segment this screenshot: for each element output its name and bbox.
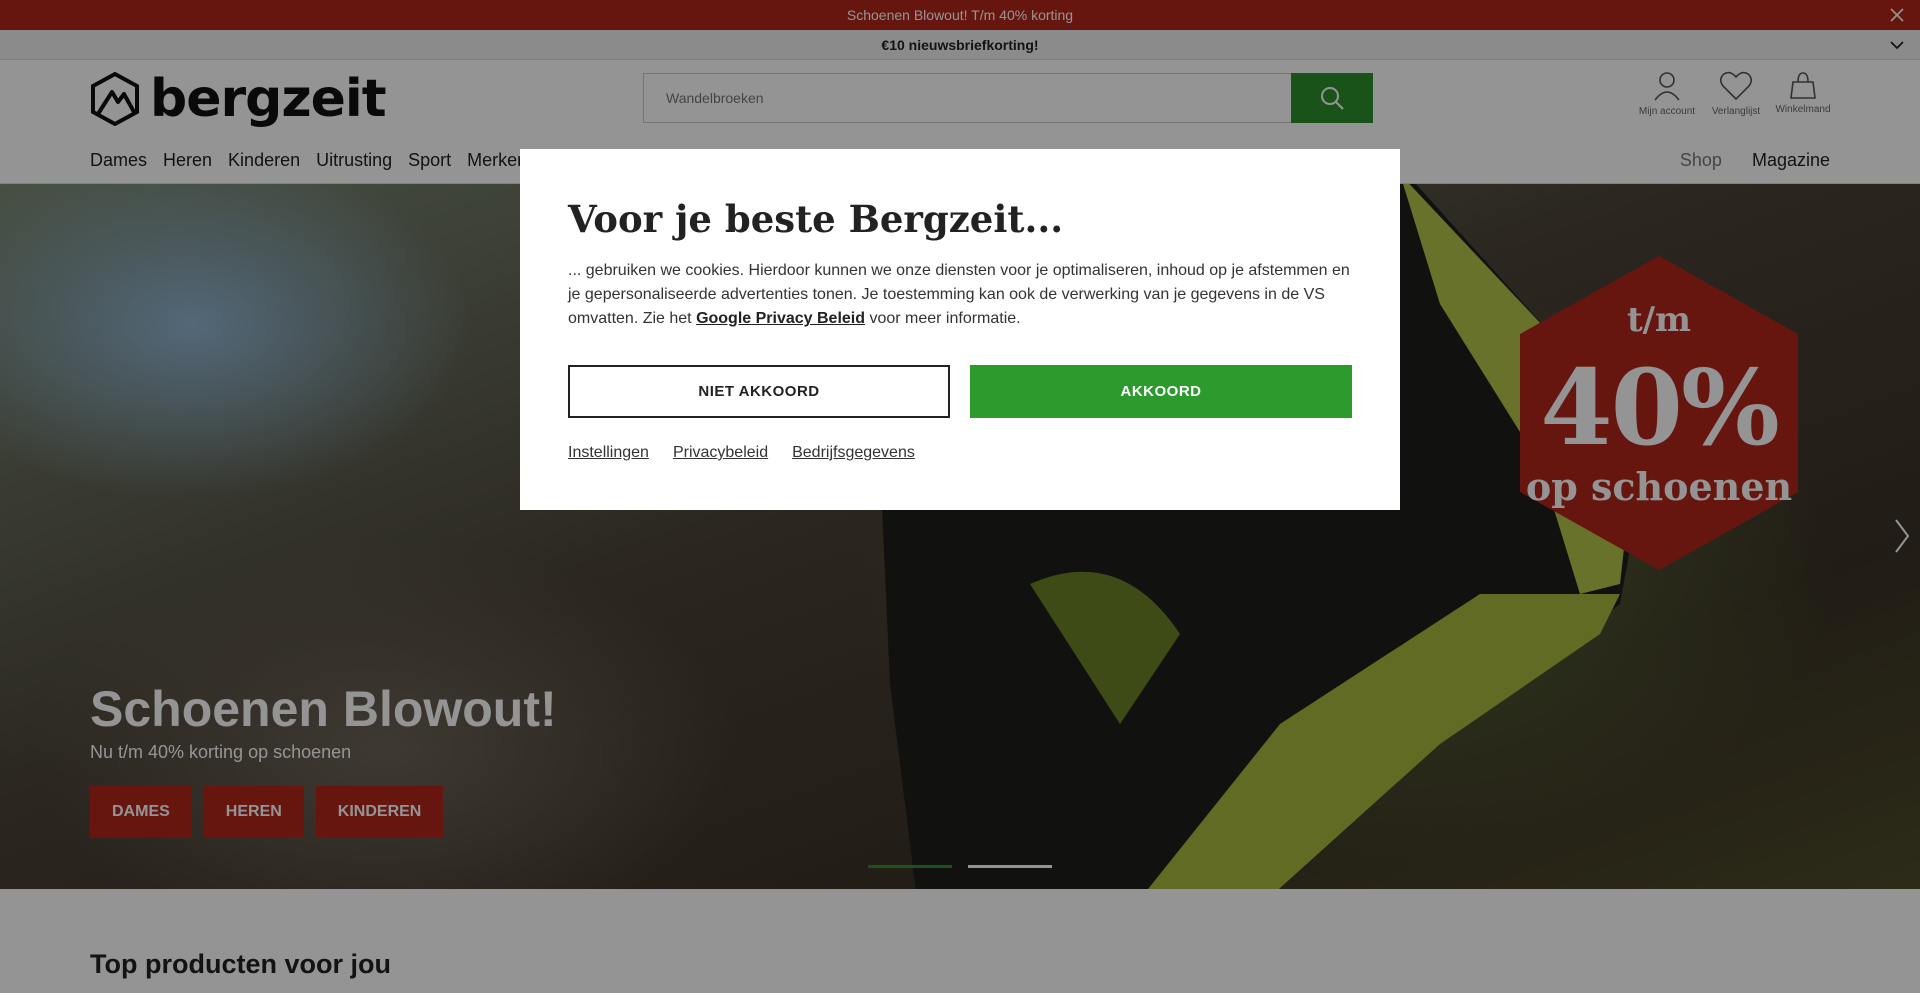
dialog-title: Voor je beste Bergzeit...: [568, 197, 1064, 241]
settings-link[interactable]: Instellingen: [568, 444, 649, 462]
cookie-consent-dialog: Voor je beste Bergzeit... ... gebruiken …: [520, 149, 1400, 510]
dialog-button-group: NIET AKKOORD AKKOORD: [568, 365, 1352, 418]
dialog-text: ... gebruiken we cookies. Hierdoor kunne…: [568, 259, 1352, 331]
dialog-text-end: voor meer informatie.: [865, 310, 1021, 327]
company-info-link[interactable]: Bedrijfsgegevens: [792, 444, 915, 462]
google-privacy-link[interactable]: Google Privacy Beleid: [696, 310, 865, 327]
privacy-policy-link[interactable]: Privacybeleid: [673, 444, 768, 462]
deny-button[interactable]: NIET AKKOORD: [568, 365, 950, 418]
dialog-links: Instellingen Privacybeleid Bedrijfsgegev…: [568, 444, 1352, 462]
accept-button[interactable]: AKKOORD: [970, 365, 1352, 418]
